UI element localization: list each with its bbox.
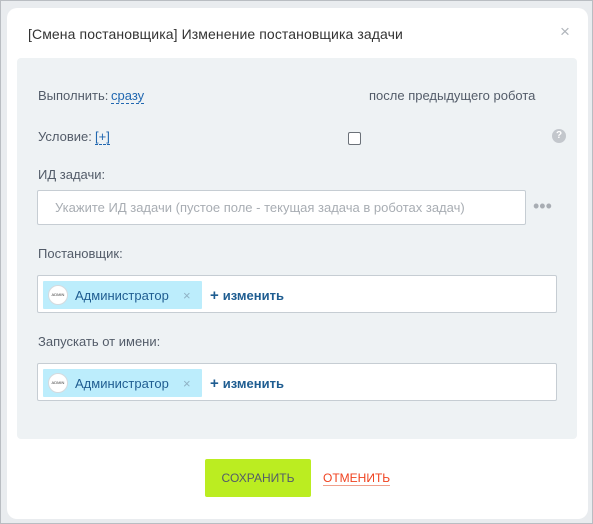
save-button[interactable]: СОХРАНИТЬ	[205, 459, 311, 497]
close-icon[interactable]: ×	[557, 23, 573, 40]
run-as-user-name: Администратор	[75, 376, 169, 391]
task-id-input[interactable]	[37, 190, 526, 225]
creator-user-name: Администратор	[75, 288, 169, 303]
after-previous-robot-label[interactable]: после предыдущего робота	[369, 88, 535, 103]
robot-settings-dialog: [Смена постановщика] Изменение постановщ…	[7, 8, 588, 519]
after-previous-robot-checkbox[interactable]	[348, 132, 361, 145]
cancel-button[interactable]: ОТМЕНИТЬ	[323, 471, 391, 486]
change-run-as-link[interactable]: + изменить	[210, 375, 284, 392]
run-as-selector[interactable]: ADMIN Администратор × + изменить	[37, 363, 557, 401]
plus-icon: +	[210, 375, 219, 392]
remove-run-as-icon[interactable]: ×	[183, 376, 191, 391]
window-frame: [Смена постановщика] Изменение постановщ…	[0, 0, 593, 524]
change-creator-link[interactable]: + изменить	[210, 287, 284, 304]
more-options-icon[interactable]: •••	[533, 197, 552, 215]
dialog-title: [Смена постановщика] Изменение постановщ…	[28, 26, 403, 42]
add-condition-link[interactable]: [+]	[95, 129, 110, 145]
creator-selector[interactable]: ADMIN Администратор × + изменить	[37, 275, 557, 313]
run-as-label: Запускать от имени:	[38, 334, 161, 349]
creator-user-tag: ADMIN Администратор ×	[43, 281, 202, 309]
avatar-icon: ADMIN	[48, 373, 68, 393]
plus-icon: +	[210, 287, 219, 304]
task-id-label: ИД задачи:	[38, 167, 106, 182]
execute-timing-link[interactable]: сразу	[111, 88, 145, 104]
condition-label: Условие:	[38, 129, 92, 144]
remove-creator-icon[interactable]: ×	[183, 288, 191, 303]
execute-label: Выполнить:	[38, 88, 109, 103]
help-icon[interactable]: ?	[552, 129, 566, 143]
avatar-icon: ADMIN	[48, 285, 68, 305]
creator-label: Постановщик:	[38, 246, 123, 261]
run-as-user-tag: ADMIN Администратор ×	[43, 369, 202, 397]
